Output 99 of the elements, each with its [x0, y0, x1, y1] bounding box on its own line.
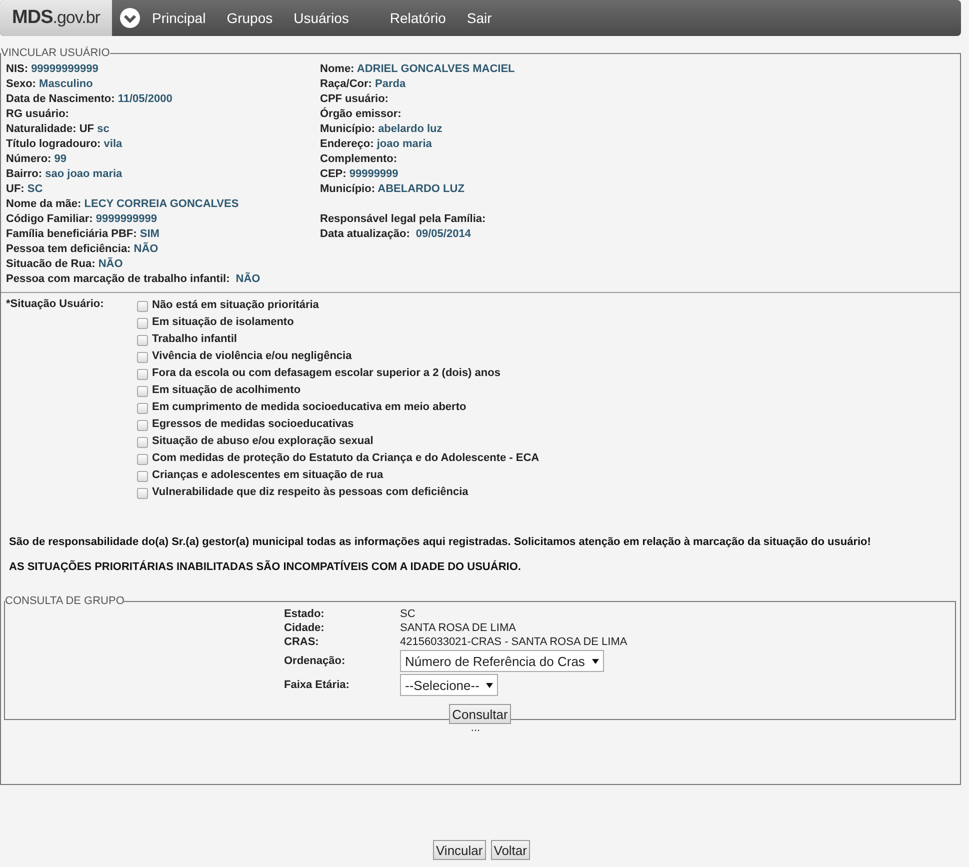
field-label: Município: — [320, 182, 375, 194]
checkbox-label: Fora da escola ou com defasagem escolar superior a 2 (dois) anos — [152, 366, 500, 378]
consultar-button[interactable]: Consultar — [449, 704, 511, 724]
checkbox[interactable] — [137, 369, 148, 380]
field-label: Responsável legal pela Família: — [320, 212, 486, 224]
checkbox-label: Vivência de violência e/ou negligência — [152, 350, 352, 362]
field-value: ADRIEL GONCALVES MACIEL — [356, 62, 515, 74]
dropdown-arrow-icon — [486, 682, 494, 688]
checkbox-label: Em situação de isolamento — [152, 316, 294, 328]
field-label: Data atualização: — [320, 228, 410, 240]
notice-text: São de responsabilidade do(a) Sr.(a) gestor(a) municipal todas as informações aqui registradas. Solicitamos atenção em relação à marcação da situação do usuário! — [9, 536, 871, 548]
field-label: Nome: — [320, 62, 354, 74]
field-label: Raça/Cor: — [320, 78, 372, 90]
checkbox-label: Crianças e adolescentes em situação de rua — [152, 468, 384, 480]
field-label: Nome da mãe: — [6, 198, 82, 210]
field-label: Cidade: — [284, 622, 324, 634]
site-logo: MDS.gov.br — [0, 0, 112, 36]
field-value: 09/05/2014 — [416, 228, 471, 240]
field-label: Naturalidade: UF — [6, 122, 94, 134]
field-label: Complemento: — [320, 152, 397, 164]
field-value: abelardo luz — [378, 122, 442, 134]
checkbox[interactable] — [137, 403, 148, 414]
checkbox[interactable] — [137, 386, 148, 397]
field-label: Data de Nascimento: — [6, 92, 115, 104]
field-label: CRAS: — [284, 636, 319, 648]
dropdown[interactable]: --Selecione-- — [400, 674, 498, 696]
checkbox-label: Em cumprimento de medida socioeducativa em meio aberto — [152, 400, 466, 412]
field-value: 42156033021-CRAS - SANTA ROSA DE LIMA — [400, 636, 628, 648]
panel-legend: VINCULAR USUÁRIO — [1, 47, 110, 59]
field-value: SC — [27, 182, 43, 194]
field-label: Título logradouro: — [6, 138, 101, 150]
field-label: Estado: — [284, 608, 324, 620]
field-label: RG usuário: — [6, 108, 69, 120]
field-value: 11/05/2000 — [118, 92, 172, 104]
field-label: *Situação Usuário: — [6, 298, 104, 310]
menu-link[interactable]: Usuários — [294, 10, 349, 26]
form-button[interactable]: Vincular — [433, 840, 486, 860]
field-value: Parda — [375, 78, 406, 90]
checkbox[interactable] — [137, 471, 148, 482]
field-value: sao joao maria — [45, 168, 122, 180]
field-value: sc — [97, 122, 110, 134]
notice-text: AS SITUAÇÕES PRIORITÁRIAS INABILITADAS SÃO INCOMPATÍVEIS COM A IDADE DO USUÁRIO. — [9, 561, 521, 573]
field-label: Situacão de Rua: — [6, 258, 96, 270]
checkbox[interactable] — [137, 488, 148, 499]
checkbox-label: Situação de abuso e/ou exploração sexual — [152, 434, 374, 446]
field-value: NÃO — [236, 272, 262, 284]
form-button[interactable]: Voltar — [490, 840, 530, 860]
field-value: joao maria — [376, 138, 432, 150]
checkbox-label: Vulnerabilidade que diz respeito às pessoas com deficiência — [152, 486, 468, 498]
field-value: vila — [104, 138, 122, 150]
checkbox-label: Com medidas de proteção do Estatuto da Criança e do Adolescente - ECA — [152, 452, 540, 464]
menu-link[interactable]: Sair — [466, 10, 492, 26]
field-label: Sexo: — [6, 78, 36, 90]
checkbox[interactable] — [137, 335, 148, 346]
field-label: Município: — [320, 122, 375, 134]
checkbox[interactable] — [137, 301, 148, 312]
field-value: SANTA ROSA DE LIMA — [400, 622, 516, 634]
dropdown[interactable]: Número de Referência do Cras — [400, 650, 604, 672]
checkbox-label: Trabalho infantil — [152, 332, 237, 344]
field-value: ABELARDO LUZ — [378, 182, 464, 194]
field-label: Endereço: — [320, 138, 374, 150]
field-label: NIS: — [6, 62, 28, 74]
field-label: Ordenação: — [284, 655, 346, 667]
menu-link[interactable]: Grupos — [226, 10, 273, 26]
checkbox[interactable] — [137, 437, 148, 448]
field-label: Pessoa com marcação de trabalho infantil: — [6, 272, 230, 284]
field-value: LECY CORREIA GONCALVES — [84, 198, 239, 210]
checkbox[interactable] — [137, 352, 148, 363]
field-value: NÃO — [98, 258, 123, 270]
field-label: Faixa Etária: — [284, 679, 350, 691]
field-label: Órgão emissor: — [320, 108, 402, 120]
field-value: Masculino — [39, 78, 93, 90]
field-value: SC — [400, 608, 416, 620]
dropdown-arrow-icon — [592, 658, 599, 664]
field-value: NÃO — [134, 242, 158, 254]
checkbox-label: Egressos de medidas socioeducativas — [152, 418, 354, 430]
field-label: Pessoa tem deficiência: — [6, 242, 131, 254]
field-label: Número: — [6, 152, 52, 164]
menu-link[interactable]: Relatório — [390, 10, 446, 26]
field-label: Família beneficiária PBF: — [6, 228, 137, 240]
field-label: Bairro: — [6, 168, 42, 180]
checkbox-label: Não está em situação prioritária — [152, 298, 319, 310]
checkbox[interactable] — [137, 318, 148, 329]
field-value: 99 — [54, 152, 67, 164]
field-value: 9999999999 — [96, 212, 158, 224]
panel-legend: CONSULTA DE GRUPO — [5, 595, 124, 607]
checkbox-label: Em situação de acolhimento — [152, 384, 301, 396]
field-label: CEP: — [320, 168, 346, 180]
chevron-down-icon[interactable] — [120, 8, 140, 28]
field-value: 99999999 — [349, 168, 398, 180]
field-label: Código Familiar: — [6, 212, 93, 224]
field-label: CPF usuário: — [320, 92, 388, 104]
checkbox[interactable] — [137, 454, 148, 465]
checkbox[interactable] — [137, 420, 148, 431]
field-label: UF: — [6, 182, 24, 194]
menu-link[interactable]: Principal — [152, 10, 206, 26]
field-value: 99999999999 — [31, 62, 98, 74]
field-value: SIM — [140, 228, 160, 240]
ellipsis-text: ... — [470, 722, 480, 734]
